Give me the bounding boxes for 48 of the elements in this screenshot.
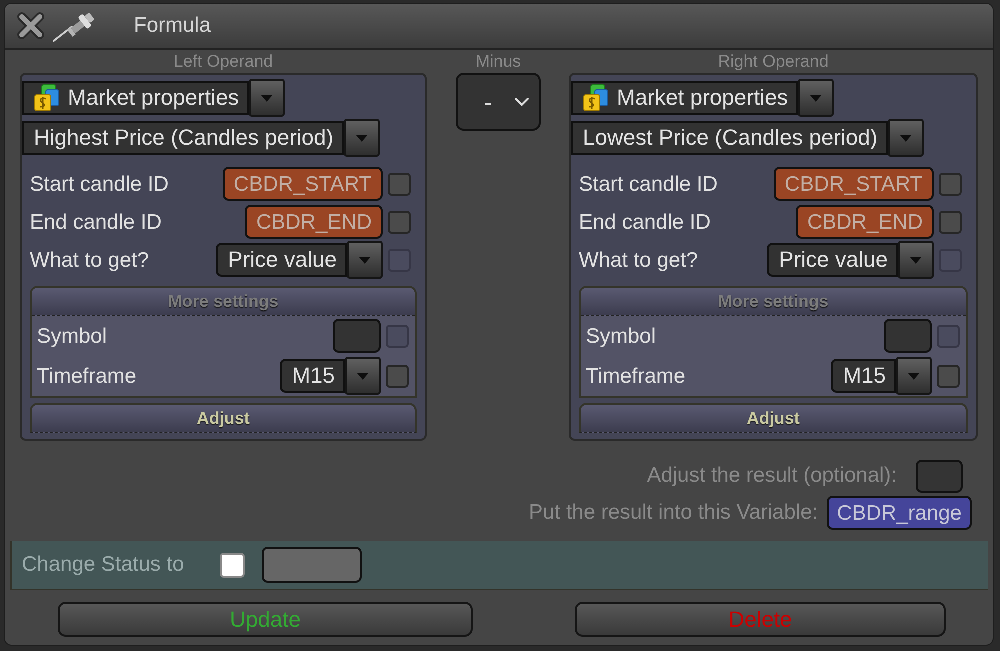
caret-icon xyxy=(898,241,934,279)
adjust-label: Adjust the result (optional): xyxy=(647,463,897,490)
field-label: Symbol xyxy=(37,326,108,346)
checkbox[interactable] xyxy=(388,210,411,234)
field-label: End candle ID xyxy=(579,212,711,232)
close-icon[interactable] xyxy=(17,12,45,40)
caret-icon xyxy=(249,79,286,117)
status-label: Change Status to xyxy=(22,552,184,578)
checkbox[interactable] xyxy=(937,364,960,388)
adjust-field[interactable] xyxy=(916,460,963,492)
caret-icon xyxy=(347,241,383,279)
checkbox[interactable] xyxy=(939,172,962,196)
field-label: What to get? xyxy=(579,250,698,270)
field-label: Timeframe xyxy=(586,366,686,386)
money-cards-icon xyxy=(583,84,609,112)
caret-icon xyxy=(888,119,924,157)
field-label: Symbol xyxy=(586,326,656,346)
caret-icon xyxy=(345,357,381,395)
update-button[interactable]: Update xyxy=(58,602,473,637)
operator-dropdown[interactable]: - xyxy=(456,73,541,131)
caret-icon xyxy=(344,119,380,157)
field-label: Start candle ID xyxy=(30,174,169,194)
money-cards-icon xyxy=(34,84,60,112)
variable-field[interactable]: CBDR_END xyxy=(245,205,383,239)
field-label: Timeframe xyxy=(37,366,137,386)
operand-heading: Left Operand xyxy=(172,52,274,72)
caret-icon xyxy=(896,357,932,395)
operator-label: Minus xyxy=(474,52,522,72)
checkbox[interactable] xyxy=(939,210,962,234)
checkbox[interactable] xyxy=(388,172,411,196)
input-field[interactable] xyxy=(884,319,932,353)
window-title: Formula xyxy=(134,13,212,40)
section-header[interactable]: Adjust xyxy=(579,403,968,433)
status-field[interactable] xyxy=(262,547,362,583)
variable-field[interactable]: CBDR_START xyxy=(222,167,383,201)
caret-icon xyxy=(798,79,834,117)
section-header[interactable]: Adjust xyxy=(30,403,417,433)
checkbox[interactable] xyxy=(386,364,409,388)
variable-field[interactable]: CBDR_START xyxy=(774,167,934,201)
input-field[interactable] xyxy=(333,319,381,353)
variable-label: Put the result into this Variable: xyxy=(528,500,818,526)
field-label: What to get? xyxy=(30,250,150,270)
result-variable-field[interactable]: CBDR_range xyxy=(827,496,972,530)
field-label: End candle ID xyxy=(30,212,162,232)
variable-field[interactable]: CBDR_END xyxy=(796,205,934,239)
checkbox[interactable] xyxy=(220,552,246,578)
field-label: Start candle ID xyxy=(579,174,718,194)
operand-heading: Right Operand xyxy=(717,52,830,72)
